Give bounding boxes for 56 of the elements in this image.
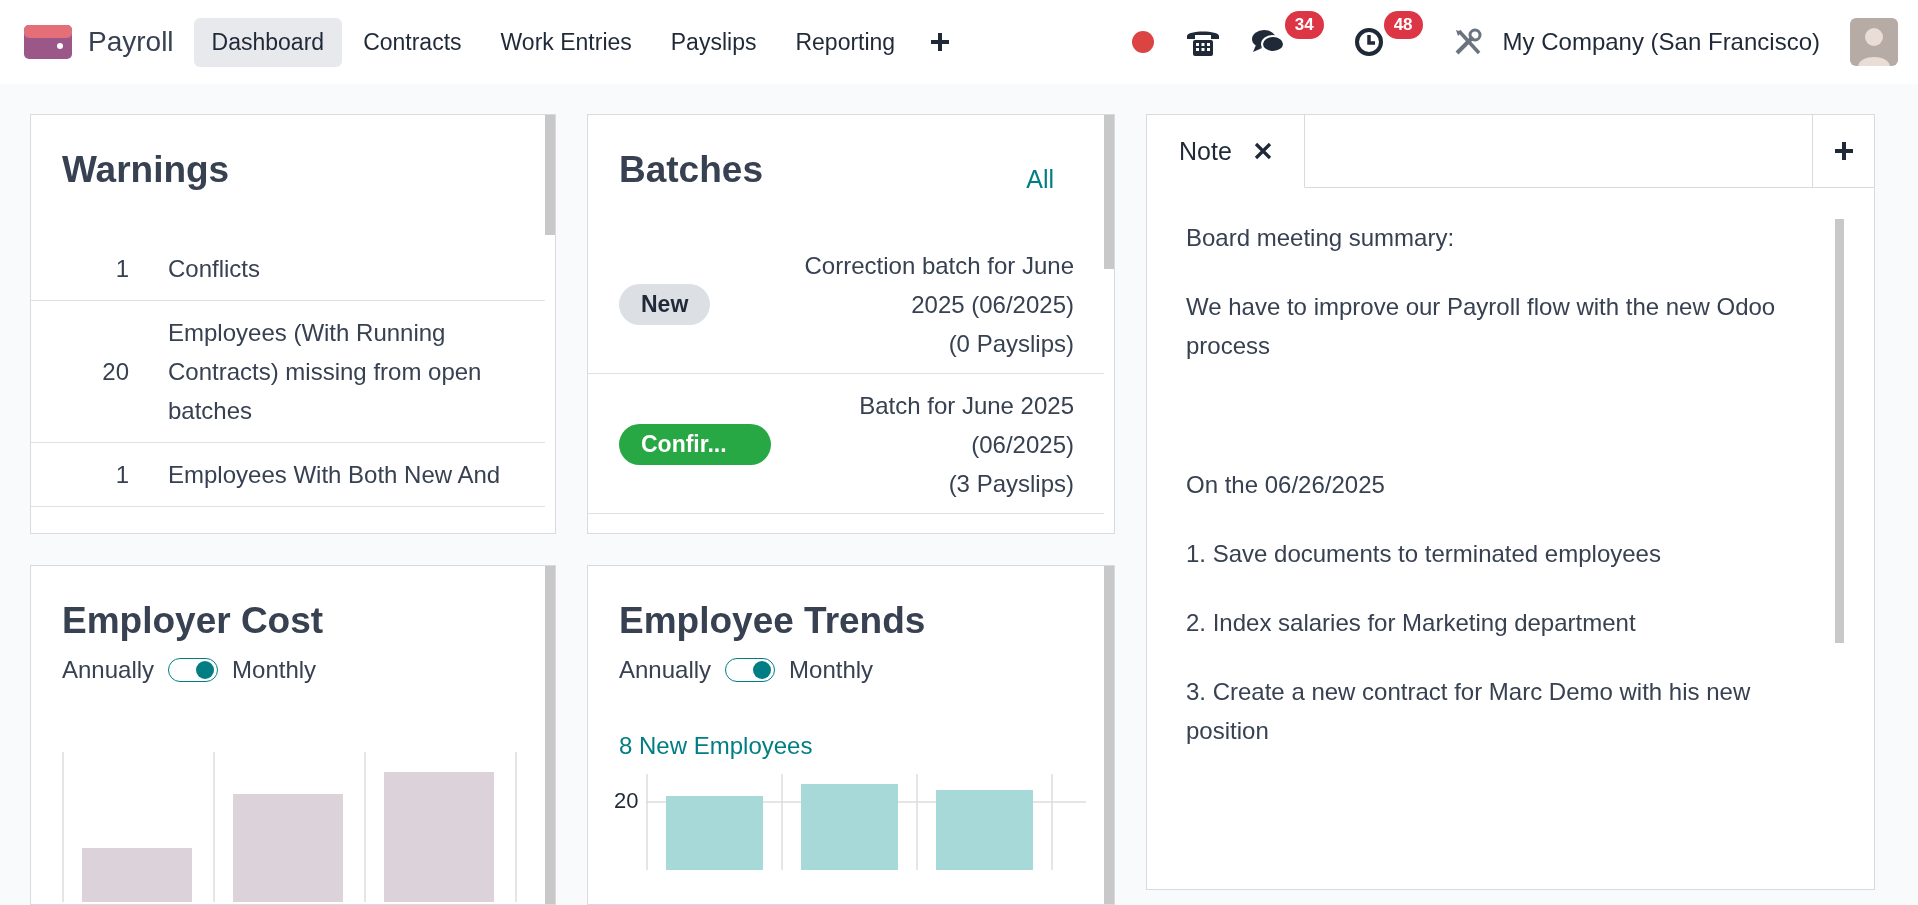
tab-label: Note xyxy=(1179,136,1232,166)
activity-count-badge: 48 xyxy=(1383,11,1423,39)
note-paragraph: We have to improve our Payroll flow with the new Odoo process xyxy=(1186,292,1777,361)
card-title: Employer Cost xyxy=(61,599,325,642)
app-icon xyxy=(24,25,72,59)
status-dot-icon[interactable] xyxy=(1130,30,1155,54)
batch-row[interactable]: New Correction batch for June 2025 (06/2025) (0 Payslips) xyxy=(588,234,1104,374)
plus-icon[interactable] xyxy=(1833,141,1854,161)
menu-item[interactable]: Dashboard xyxy=(193,17,343,67)
payslip-count: (3 Payslips) xyxy=(948,469,1074,499)
warning-count: 1 xyxy=(114,254,129,284)
scrollbar-thumb[interactable] xyxy=(545,566,555,904)
toggle-label: Annually xyxy=(619,656,712,684)
state-badge: Confir... xyxy=(619,424,771,465)
warning-row[interactable]: 1 Conflicts xyxy=(31,237,545,301)
card-title: Employee Trends xyxy=(618,599,927,642)
clock-icon[interactable] xyxy=(1353,27,1384,57)
menu-item[interactable]: Reporting xyxy=(777,17,914,67)
app-name[interactable]: Payroll xyxy=(88,26,174,58)
warning-label: Employees (With Running Contracts) missing from open batches xyxy=(167,318,483,426)
company-switcher[interactable]: My Company (San Francisco) xyxy=(1502,28,1820,56)
message-count-badge: 34 xyxy=(1284,11,1324,39)
warning-label: Employees With Both New And xyxy=(167,460,502,490)
toggle-label: Annually xyxy=(62,656,155,684)
note-paragraph: 1. Save documents to terminated employees xyxy=(1186,539,1662,569)
warning-count: 1 xyxy=(114,460,129,490)
scrollbar-thumb[interactable] xyxy=(545,115,555,235)
note-paragraph: On the 06/26/2025 xyxy=(1186,470,1386,500)
state-badge: New xyxy=(619,284,711,325)
warning-count: 20 xyxy=(101,357,129,387)
all-link[interactable]: All xyxy=(1026,165,1054,194)
batch-name: Correction batch for June 2025 (06/2025) xyxy=(803,251,1074,320)
toggle-label: Monthly xyxy=(232,656,317,684)
axis-tick-label: 20 xyxy=(614,788,639,814)
batch-row[interactable]: Confir... Batch for June 2025 (06/2025) (3 Payslips) xyxy=(588,374,1104,514)
card-title: Batches xyxy=(618,148,763,191)
plus-icon[interactable] xyxy=(930,32,951,52)
scrollbar-thumb[interactable] xyxy=(1835,219,1844,643)
note-tab[interactable]: Note xyxy=(1147,115,1305,188)
payslip-count: (0 Payslips) xyxy=(948,329,1074,359)
note-paragraph: 3. Create a new contract for Marc Demo with his new position xyxy=(1186,677,1752,746)
close-icon[interactable] xyxy=(1253,142,1272,160)
menu-item[interactable]: Contracts xyxy=(345,17,480,67)
toggle-label: Monthly xyxy=(789,656,874,684)
menu-item[interactable]: Payslips xyxy=(652,17,775,67)
warning-label: Conflicts xyxy=(167,254,262,284)
warning-row[interactable]: 1 Employees With Both New And xyxy=(31,443,545,507)
card-title: Warnings xyxy=(61,148,231,191)
note-paragraph: 2. Index salaries for Marketing department xyxy=(1186,608,1637,638)
note-paragraph: Board meeting summary: xyxy=(1186,223,1456,253)
menu-item[interactable]: Work Entries xyxy=(482,17,650,67)
scrollbar-thumb[interactable] xyxy=(1104,566,1114,904)
new-employees-link[interactable]: 8 New Employees xyxy=(588,684,1104,760)
warning-row[interactable]: 20 Employees (With Running Contracts) missing from open batches xyxy=(31,301,545,443)
batch-name: Batch for June 2025 (06/2025) xyxy=(858,391,1074,460)
scrollbar-thumb[interactable] xyxy=(1104,115,1114,269)
